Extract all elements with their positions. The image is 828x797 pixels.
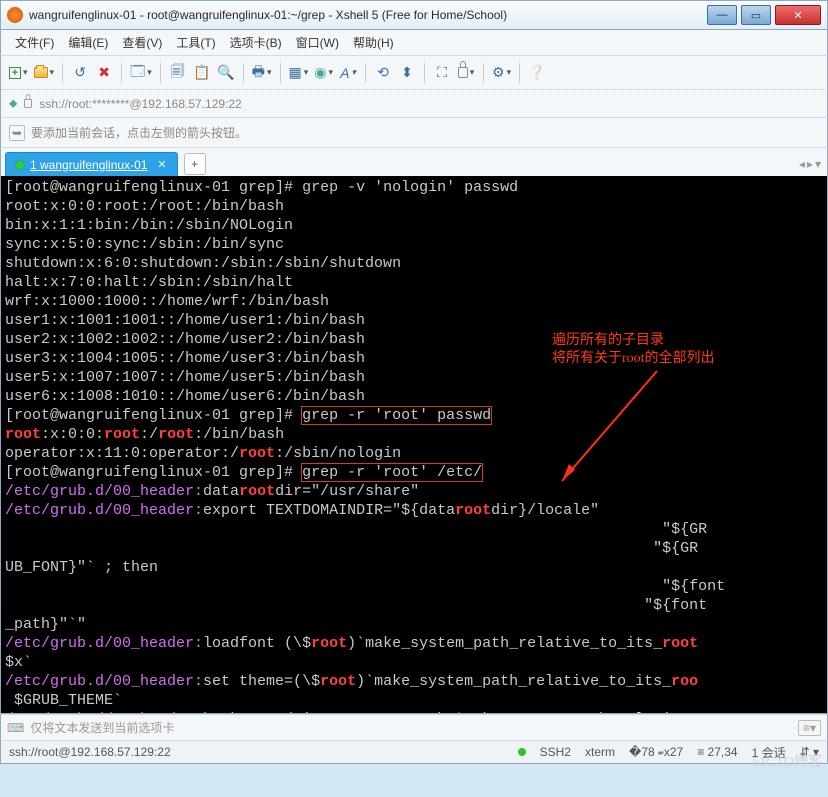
paste-button[interactable]: 📋 [191, 62, 213, 84]
terminal-line: [root@wangruifenglinux-01 grep]# grep -r… [5, 463, 823, 482]
layout-button[interactable]: ▦ [287, 62, 311, 84]
terminal-line: user1:x:1001:1001::/home/user1:/bin/bash [5, 311, 823, 330]
status-term: xterm [585, 745, 615, 759]
minimize-button[interactable]: — [707, 5, 737, 25]
tab-label: 1 wangruifenglinux-01 [30, 158, 147, 172]
transfer-button[interactable]: ⬍ [396, 62, 418, 84]
terminal-line: root:x:0:0:root:/root:/bin/bash [5, 197, 823, 216]
terminal-line: UB_FONT}"` ; then [5, 558, 823, 577]
app-icon [7, 7, 23, 23]
tab-prev-icon[interactable]: ◂ [799, 157, 805, 171]
tools-button[interactable]: ⚙ [490, 62, 513, 84]
menu-window[interactable]: 窗口(W) [290, 31, 345, 54]
status-bar: ssh://root@192.168.57.129:22 SSH2 xterm … [0, 740, 828, 764]
terminal-line: shutdown:x:6:0:shutdown:/sbin:/sbin/shut… [5, 254, 823, 273]
copy-button[interactable]: 🗐 [167, 62, 189, 84]
menu-edit[interactable]: 编辑(E) [62, 31, 114, 54]
terminal-line: $GRUB_THEME` [5, 691, 823, 710]
menu-view[interactable]: 查看(V) [116, 31, 168, 54]
tab-bar: 1 wangruifenglinux-01 ✕ + ◂ ▸ ▾ [0, 148, 828, 176]
hint-bar: ➥ 要添加当前会话，点击左侧的箭头按钮。 [0, 118, 828, 148]
close-button[interactable]: ✕ [775, 5, 821, 25]
send-bar: ⌨ 仅将文本发送到当前选项卡 ≡▾ [0, 714, 828, 740]
menu-tab[interactable]: 选项卡(B) [224, 31, 288, 54]
watermark: 51CTO博客 [752, 751, 822, 771]
terminal-line: bin:x:1:1:bin:/bin:/sbin/NOLogin [5, 216, 823, 235]
terminal-line: /etc/grub.d/00_header:datarootdir="/usr/… [5, 482, 823, 501]
terminal-line: operator:x:11:0:operator:/root:/sbin/nol… [5, 444, 823, 463]
toolbar: + ↺ ✖ 🗔 🗐 📋 🔍 🖶 ▦ ◉ A ⟲ ⬍ ⛶ ⚙ ❔ [0, 56, 828, 90]
terminal-line: "${font [5, 596, 823, 615]
menu-bar: 文件(F) 编辑(E) 查看(V) 工具(T) 选项卡(B) 窗口(W) 帮助(… [0, 30, 828, 56]
status-led-icon [518, 748, 526, 756]
properties-button[interactable]: 🗔 [128, 62, 154, 84]
terminal[interactable]: 遍历所有的子目录 将所有关于root的全部列出 [root@wangruifen… [0, 176, 828, 714]
send-text[interactable]: 仅将文本发送到当前选项卡 [30, 719, 792, 736]
maximize-button[interactable]: ▭ [741, 5, 771, 25]
disconnect-button[interactable]: ✖ [93, 62, 115, 84]
terminal-line: xxxxxxxxxxxxxxxxxxxxxxxxxxxxxxxxxxxxxxxx… [5, 577, 823, 596]
terminal-line: [root@wangruifenglinux-01 grep]# grep -r… [5, 406, 823, 425]
terminal-line: /etc/grub.d/00_header:background_image -… [5, 710, 823, 714]
send-icon[interactable]: ⌨ [7, 721, 24, 735]
terminal-line: root:x:0:0:root:/root:/bin/bash [5, 425, 823, 444]
hint-text: 要添加当前会话，点击左侧的箭头按钮。 [31, 124, 247, 141]
terminal-line: /etc/grub.d/00_header:set theme=(\$root)… [5, 672, 823, 691]
annotation: 遍历所有的子目录 将所有关于root的全部列出 [552, 332, 715, 368]
lock-icon [24, 99, 32, 108]
terminal-line: halt:x:7:0:halt:/sbin:/sbin/halt [5, 273, 823, 292]
status-conn: ssh://root@192.168.57.129:22 [9, 745, 504, 759]
terminal-line: "${GR [5, 539, 823, 558]
print-button[interactable]: 🖶 [250, 62, 274, 84]
address-text[interactable]: ssh://root:********@192.168.57.129:22 [39, 97, 819, 111]
lock-button[interactable] [455, 62, 477, 84]
terminal-line: /etc/grub.d/00_header:loadfont (\$root)`… [5, 634, 823, 653]
terminal-line: sync:x:5:0:sync:/sbin:/bin/sync [5, 235, 823, 254]
terminal-line: $x` [5, 653, 823, 672]
status-pos: ≡ 27,34 [697, 745, 737, 759]
address-bar: ⬥ ssh://root:********@192.168.57.129:22 [0, 90, 828, 118]
title-bar: wangruifenglinux-01 - root@wangruifengli… [0, 0, 828, 30]
script-button[interactable]: ⟲ [372, 62, 394, 84]
send-menu-icon[interactable]: ≡▾ [798, 720, 821, 736]
tab-next-icon[interactable]: ▸ [807, 157, 813, 171]
tab-list-icon[interactable]: ▾ [815, 157, 821, 171]
add-bookmark-icon[interactable]: ⬥ [9, 96, 17, 111]
menu-tools[interactable]: 工具(T) [170, 31, 221, 54]
reconnect-button[interactable]: ↺ [69, 62, 91, 84]
status-proto: SSH2 [540, 745, 571, 759]
menu-file[interactable]: 文件(F) [9, 31, 60, 54]
terminal-line: /etc/grub.d/00_header:export TEXTDOMAIND… [5, 501, 823, 520]
new-session-button[interactable]: + [7, 62, 30, 84]
lock-icon [458, 67, 468, 78]
status-led-icon [16, 161, 24, 169]
terminal-line: wrf:x:1000:1000::/home/wrf:/bin/bash [5, 292, 823, 311]
open-button[interactable] [32, 62, 57, 84]
status-size: �ބ 78x27 [629, 745, 683, 760]
add-tab-button[interactable]: + [184, 153, 206, 175]
tab-close-icon[interactable]: ✕ [157, 158, 166, 171]
help-button[interactable]: ❔ [526, 62, 548, 84]
color-button[interactable]: ◉ [312, 62, 335, 84]
search-button[interactable]: 🔍 [215, 62, 237, 84]
terminal-line: _path}"`" [5, 615, 823, 634]
font-button[interactable]: A [337, 62, 359, 84]
terminal-line: [root@wangruifenglinux-01 grep]# grep -v… [5, 178, 823, 197]
terminal-line: user5:x:1007:1007::/home/user5:/bin/bash [5, 368, 823, 387]
fullscreen-button[interactable]: ⛶ [431, 62, 453, 84]
menu-help[interactable]: 帮助(H) [347, 31, 400, 54]
terminal-line: user6:x:1008:1010::/home/user6:/bin/bash [5, 387, 823, 406]
window-title: wangruifenglinux-01 - root@wangruifengli… [29, 8, 707, 22]
folder-icon [34, 67, 48, 78]
tab-session[interactable]: 1 wangruifenglinux-01 ✕ [5, 152, 178, 176]
hint-arrow-icon[interactable]: ➥ [9, 125, 25, 141]
terminal-line: xxxxxxxxxxxxxxxxxxxxxxxxxxxxxxxxxxxxxxxx… [5, 520, 823, 539]
